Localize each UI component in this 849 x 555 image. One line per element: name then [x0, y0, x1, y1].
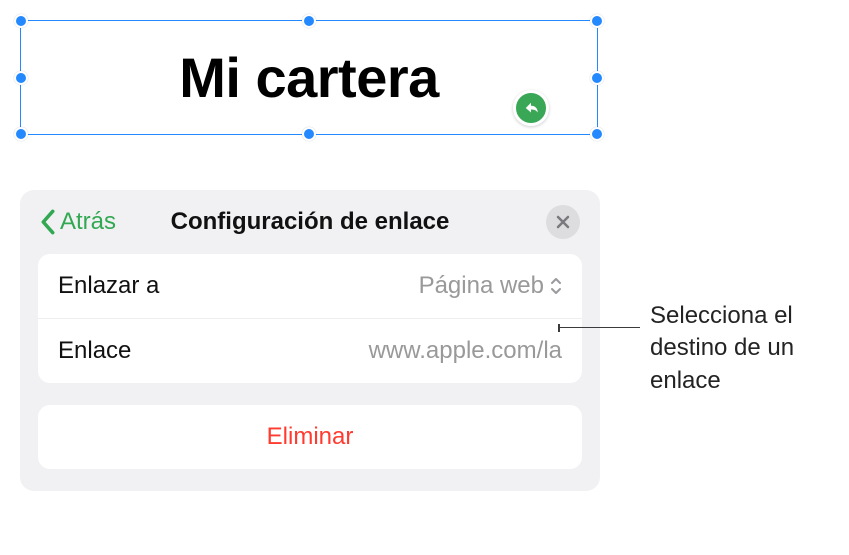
- link-settings-popover: Atrás Configuración de enlace Enlazar a …: [20, 190, 600, 491]
- callout-annotation: Selecciona el destino de un enlace: [650, 300, 840, 397]
- selected-text-box[interactable]: Mi cartera: [20, 20, 598, 135]
- popover-header: Atrás Configuración de enlace: [38, 208, 582, 236]
- chevron-up-down-icon: [550, 276, 562, 296]
- resize-handle-top-right[interactable]: [590, 14, 604, 28]
- delete-button[interactable]: Eliminar: [38, 405, 582, 469]
- resize-handle-top-left[interactable]: [14, 14, 28, 28]
- link-to-row[interactable]: Enlazar a Página web: [38, 254, 582, 319]
- link-url-value[interactable]: www.apple.com/la: [369, 337, 562, 365]
- callout-leader-line: [560, 327, 640, 328]
- link-to-select[interactable]: Página web: [419, 272, 562, 300]
- resize-handle-bottom-left[interactable]: [14, 127, 28, 141]
- canvas-area: Mi cartera: [0, 0, 620, 155]
- link-settings-card: Enlazar a Página web Enlace www.apple.co…: [38, 254, 582, 383]
- link-url-label: Enlace: [58, 337, 131, 365]
- resize-handle-top-middle[interactable]: [302, 14, 316, 28]
- resize-handle-bottom-right[interactable]: [590, 127, 604, 141]
- back-button[interactable]: Atrás: [40, 208, 116, 236]
- close-button[interactable]: [546, 205, 580, 239]
- link-to-value: Página web: [419, 272, 544, 300]
- link-url-row[interactable]: Enlace www.apple.com/la: [38, 319, 582, 383]
- delete-button-label: Eliminar: [267, 423, 354, 450]
- link-indicator-icon[interactable]: [513, 90, 549, 126]
- text-content: Mi cartera: [179, 45, 439, 110]
- callout-text: Selecciona el destino de un enlace: [650, 300, 840, 397]
- resize-handle-middle-left[interactable]: [14, 71, 28, 85]
- resize-handle-middle-right[interactable]: [590, 71, 604, 85]
- back-button-label: Atrás: [60, 208, 116, 236]
- popover-title: Configuración de enlace: [38, 208, 582, 236]
- link-to-label: Enlazar a: [58, 272, 159, 300]
- resize-handle-bottom-middle[interactable]: [302, 127, 316, 141]
